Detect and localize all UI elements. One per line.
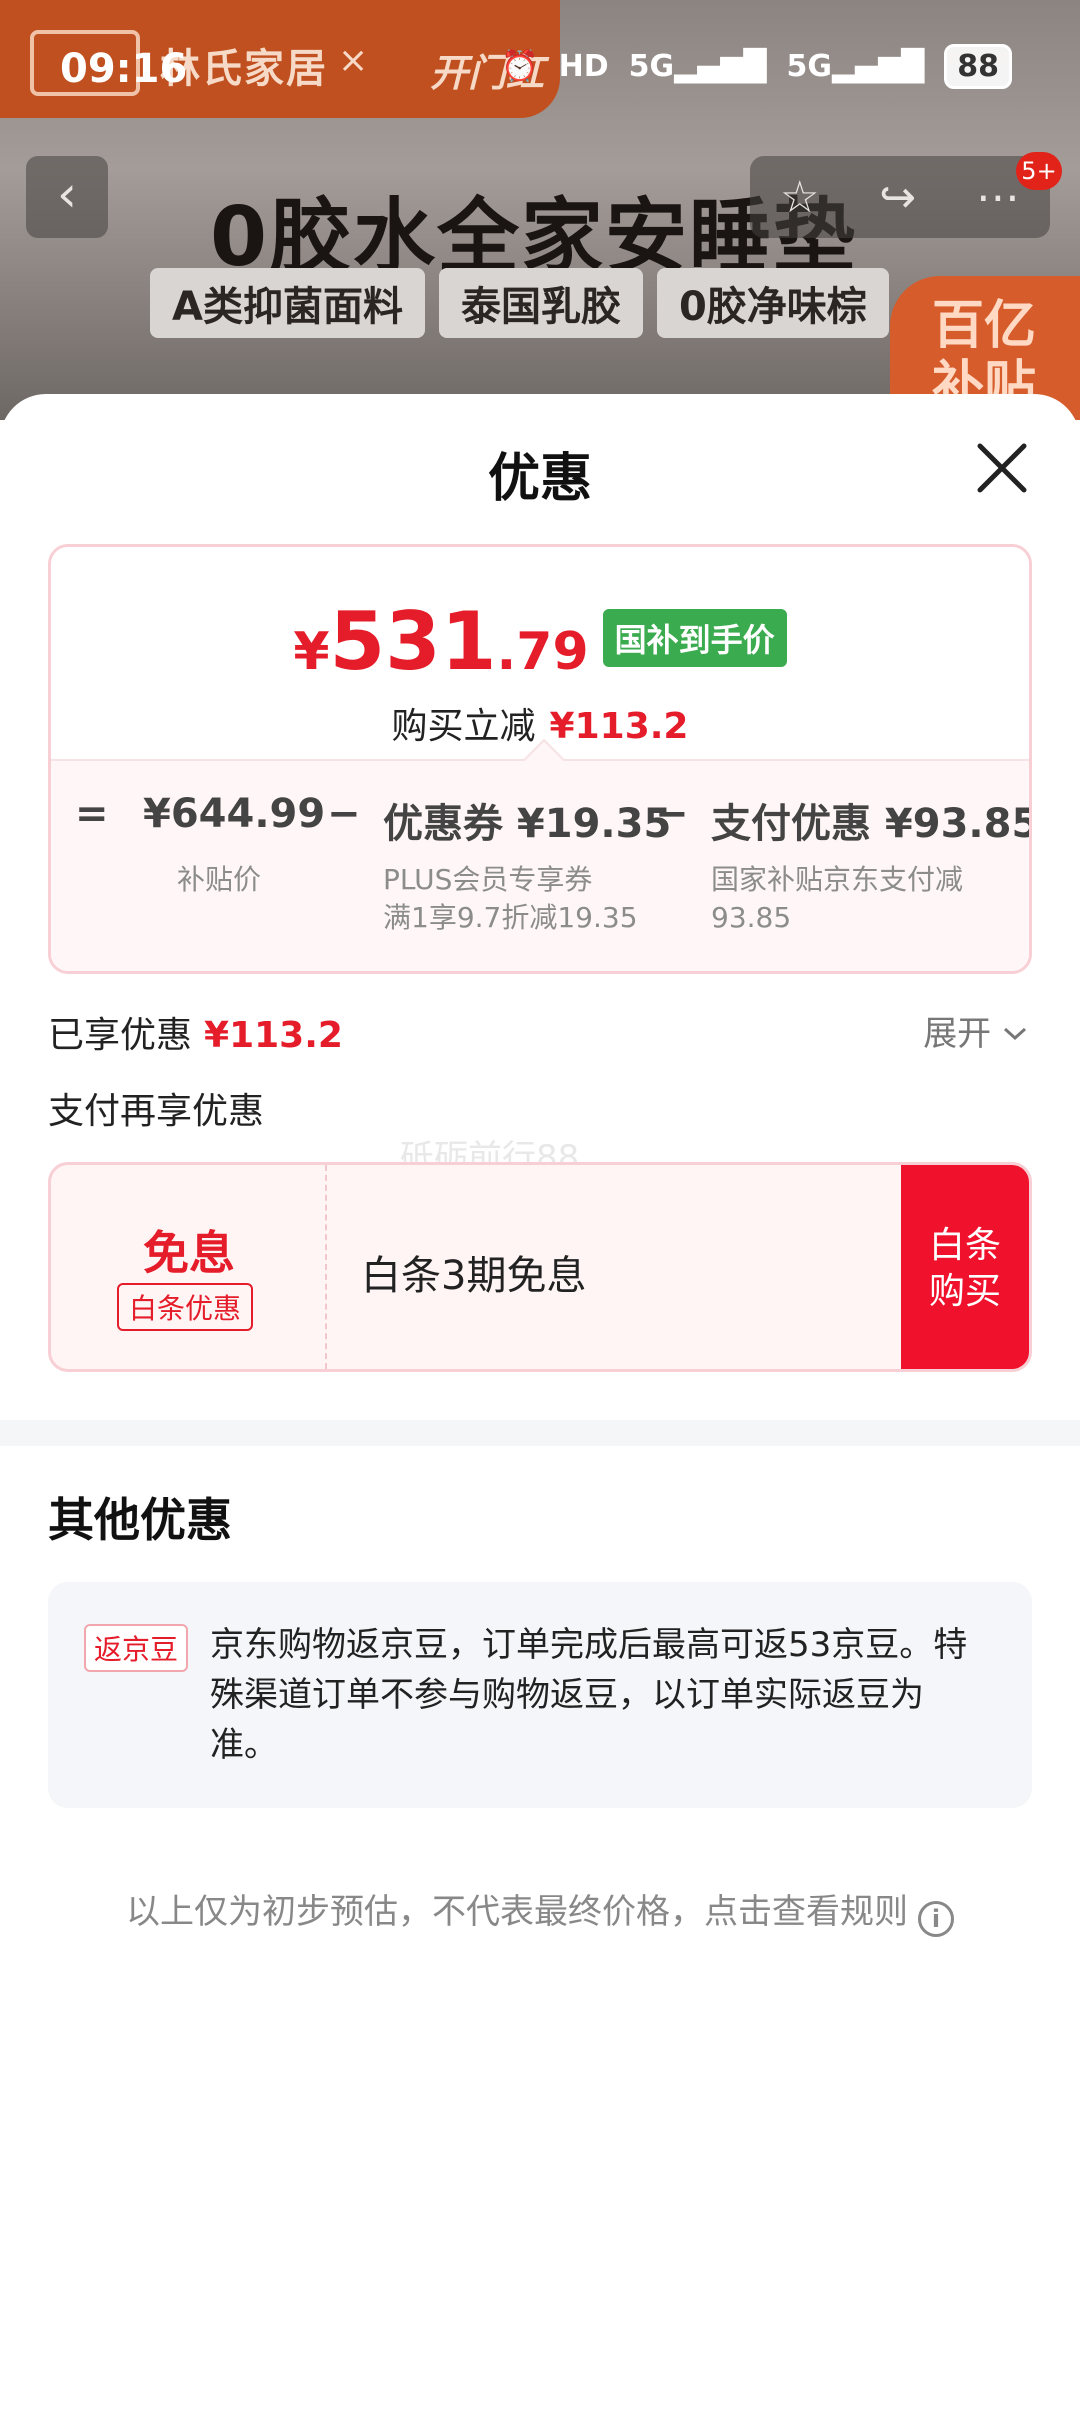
- applied-value: ¥113.2: [204, 1015, 343, 1056]
- baitiao-description: 白条3期免息: [361, 1253, 587, 1299]
- signal-5g-icon: 5G▂▄▆█: [786, 49, 925, 84]
- share-icon[interactable]: ↪: [879, 172, 916, 223]
- chevron-down-icon: [1003, 1027, 1027, 1041]
- product-tag: 0胶净味棕: [656, 268, 889, 338]
- back-button[interactable]: ‹: [26, 156, 108, 238]
- applied-label: 已享优惠: [48, 1015, 193, 1056]
- baitiao-buy-button[interactable]: 白条 购买: [901, 1165, 1029, 1369]
- price-decimal: .79: [496, 622, 589, 682]
- status-icons: ⏰ HD 5G▂▄▆█ 5G▂▄▆█ 88: [501, 44, 1012, 89]
- section-divider: [0, 1420, 1080, 1446]
- baitiao-button-line2: 购买: [928, 1271, 1001, 1312]
- top-actions: ☆ ↪ ⋯: [750, 156, 1050, 238]
- minus-sign: −: [655, 791, 689, 837]
- minus-sign: −: [327, 791, 361, 837]
- final-price-section: ¥531.79 国补到手价 购买立减 ¥113.2: [51, 547, 1029, 759]
- star-icon[interactable]: ☆: [780, 172, 819, 223]
- sheet-title: 优惠: [487, 449, 592, 509]
- status-time: 09:16: [60, 46, 188, 92]
- price-currency: ¥: [293, 622, 330, 682]
- baitiao-badge: 白条优惠: [117, 1283, 254, 1331]
- base-price-value: ¥644.99: [143, 791, 326, 837]
- applied-discount: 已享优惠 ¥113.2: [48, 1006, 343, 1058]
- coupon-value: 优惠券 ¥19.35: [383, 801, 672, 847]
- payment-discount-value: 支付优惠 ¥93.85: [711, 801, 1032, 847]
- payment-caption-line1: 国家补贴京东支付减: [711, 863, 964, 896]
- coupon-caption-line1: PLUS会员专享券: [383, 863, 593, 896]
- jingdou-text: 京东购物返京豆，订单完成后最高可返53京豆。特殊渠道订单不参与购物返豆，以订单实…: [210, 1625, 968, 1765]
- product-tags: A类抑菌面料 泰国乳胶 0胶净味棕: [150, 268, 889, 338]
- coupon-caption-line2: 满1享9.7折减19.35: [383, 901, 638, 934]
- other-discounts-title: 其他优惠: [48, 1493, 232, 1547]
- price-breakdown: = ¥644.99 补贴价 − 优惠券 ¥19.35 PLUS会员专享券 满1享…: [51, 738, 1032, 971]
- jingdou-card: 返京豆 京东购物返京豆，订单完成后最高可返53京豆。特殊渠道订单不参与购物返豆，…: [48, 1582, 1032, 1808]
- baitiao-offer-card[interactable]: 免息 白条优惠 白条3期免息 白条 购买: [48, 1162, 1032, 1372]
- instant-discount-label: 购买立减: [391, 706, 536, 747]
- product-tag: A类抑菌面料: [150, 268, 425, 338]
- status-bar: 09:16 ⏰ HD 5G▂▄▆█ 5G▂▄▆█ 88: [0, 0, 1080, 140]
- baitiao-button-line1: 白条: [928, 1225, 1001, 1266]
- more-icon[interactable]: ⋯: [976, 172, 1020, 223]
- instant-discount-value: ¥113.2: [549, 706, 689, 747]
- final-price: ¥531.79 国补到手价: [51, 595, 1029, 688]
- signal-5g-icon: 5G▂▄▆█: [628, 49, 767, 84]
- alarm-icon: ⏰: [501, 49, 539, 84]
- expand-label: 展开: [923, 1014, 992, 1054]
- hd-icon: HD: [558, 49, 609, 84]
- info-icon[interactable]: i: [918, 1901, 954, 1937]
- product-tag: 泰国乳胶: [438, 268, 643, 338]
- footer-note-text: 以上仅为初步预估，不代表最终价格，点击查看规则: [126, 1892, 908, 1932]
- baitiao-free-label: 免息: [143, 1226, 235, 1280]
- expand-button[interactable]: 展开: [923, 1006, 1028, 1055]
- close-icon[interactable]: [970, 436, 1034, 500]
- battery-icon: 88: [944, 44, 1012, 89]
- pay-more-label: 支付再享优惠: [48, 1091, 265, 1132]
- payment-caption-line2: 93.85: [711, 901, 792, 934]
- jingdou-badge: 返京豆: [84, 1624, 189, 1672]
- base-price-caption: 补贴价: [177, 863, 262, 896]
- price-integer: 531: [329, 595, 497, 688]
- price-tag: 国补到手价: [602, 609, 787, 667]
- notification-badge: 5+: [1016, 152, 1062, 190]
- footer-note[interactable]: 以上仅为初步预估，不代表最终价格，点击查看规则 i: [0, 1884, 1080, 1937]
- equals-sign: =: [75, 791, 109, 837]
- price-card: ¥531.79 国补到手价 购买立减 ¥113.2 = ¥644.99 补贴价 − …: [48, 544, 1032, 974]
- discount-sheet: 优惠 ¥531.79 国补到手价 购买立减 ¥113.2 = ¥644.99 补贴价…: [0, 394, 1080, 2412]
